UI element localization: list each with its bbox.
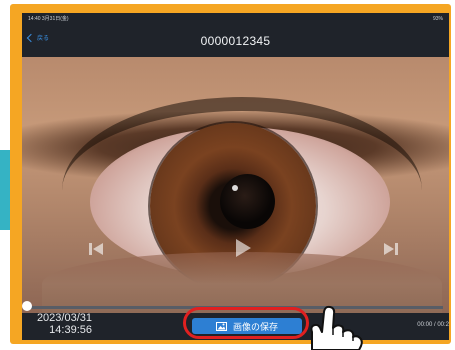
capture-date: 2023/03/31 [36, 312, 92, 324]
capture-datetime: 2023/03/31 14:39:56 [30, 312, 92, 336]
eye-pupil [220, 174, 275, 229]
skip-next-icon[interactable] [382, 240, 400, 258]
back-label: 戻る [37, 36, 50, 42]
page-title: 0000012345 [200, 34, 271, 48]
back-button[interactable]: 戻る [26, 33, 50, 42]
app-screen: 14:40 3月31日(金) 93% 戻る 0000012345 2023/03… [22, 13, 449, 340]
progress-knob[interactable] [22, 301, 32, 311]
battery-level: 93% [432, 16, 443, 22]
status-time-date: 14:40 3月31日(金) [28, 16, 69, 22]
nav-bar: 戻る 0000012345 [22, 25, 449, 57]
status-bar: 14:40 3月31日(金) 93% [22, 13, 449, 25]
video-player[interactable] [22, 57, 449, 313]
pointing-hand-icon [310, 305, 363, 350]
eye-glint [232, 185, 238, 191]
lower-eyelid [42, 252, 442, 313]
chevron-left-icon [26, 33, 36, 42]
skip-previous-icon[interactable] [87, 240, 105, 258]
capture-time: 14:39:56 [49, 324, 92, 336]
play-icon[interactable] [234, 238, 252, 258]
time-readout: 00:00 / 00:2 [417, 322, 449, 328]
